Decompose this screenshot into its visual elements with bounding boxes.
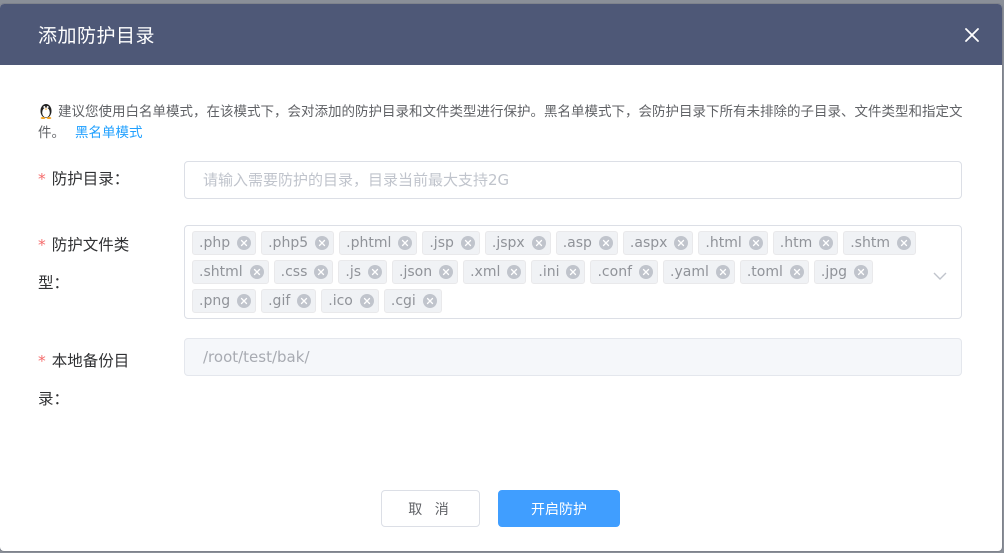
cancel-button[interactable]: 取 消 (381, 490, 480, 527)
close-icon[interactable] (748, 236, 763, 250)
close-icon[interactable] (315, 236, 330, 250)
notice-text: 建议您使用白名单模式，在该模式下，会对添加的防护目录和文件类型进行保护。黑名单模… (38, 104, 963, 141)
protect-dir-input[interactable] (184, 161, 962, 199)
enable-protect-button[interactable]: 开启防护 (498, 490, 620, 527)
close-icon[interactable] (854, 265, 869, 279)
close-icon[interactable] (819, 236, 834, 250)
file-type-tag-label: .gif (268, 293, 291, 309)
file-type-tag: .html (698, 231, 768, 255)
file-type-tag-label: .cgi (390, 293, 416, 309)
close-icon[interactable] (422, 294, 437, 308)
file-type-tag-label: .ico (328, 293, 353, 309)
close-icon[interactable] (359, 294, 374, 308)
file-type-tag-label: .css (280, 264, 308, 280)
backup-dir-input (184, 338, 962, 376)
file-type-tag-label: .ini (538, 264, 560, 280)
close-icon[interactable] (507, 265, 522, 279)
close-icon[interactable] (249, 265, 264, 279)
file-type-tag: .js (338, 260, 388, 284)
close-icon[interactable] (398, 236, 413, 250)
required-mark: * (38, 170, 46, 188)
file-type-tag: .jpg (813, 260, 874, 284)
file-type-tag: .ico (321, 289, 379, 313)
file-type-tag-label: .php5 (268, 235, 309, 251)
file-type-tag-label: .shtm (850, 235, 890, 251)
penguin-icon (38, 102, 54, 124)
file-type-tag: .shtml (192, 260, 269, 284)
chevron-down-icon[interactable] (933, 266, 947, 285)
file-type-tag: .htm (772, 231, 839, 255)
close-icon (965, 27, 979, 42)
file-type-tag: .ini (531, 260, 586, 284)
file-type-tag-label: .toml (746, 264, 783, 280)
close-icon[interactable] (237, 236, 252, 250)
file-type-tag-label: .png (199, 293, 231, 309)
file-types-label: * 防护文件类型： (38, 236, 130, 292)
close-icon[interactable] (674, 236, 689, 250)
file-type-tag: .toml (739, 260, 809, 284)
required-mark: * (38, 236, 46, 254)
backup-dir-label: * 本地备份目录： (38, 352, 130, 408)
file-type-tag: .jsp (422, 231, 480, 255)
required-mark: * (38, 352, 46, 370)
close-icon[interactable] (368, 265, 383, 279)
close-icon[interactable] (439, 265, 454, 279)
file-type-tag: .phtml (339, 231, 418, 255)
file-type-tag: .shtm (843, 231, 916, 255)
file-type-tag: .conf (590, 260, 658, 284)
close-icon[interactable] (314, 265, 329, 279)
file-types-select[interactable]: .php .php5 .phtml .jsp .jspx .asp .aspx .html .h… (184, 225, 962, 319)
file-type-tag-label: .shtml (199, 264, 243, 280)
close-button[interactable] (942, 4, 1002, 65)
file-type-tag-label: .htm (779, 235, 813, 251)
file-type-tag: .php5 (261, 231, 335, 255)
close-icon[interactable] (639, 265, 653, 279)
file-type-tag: .asp (555, 231, 618, 255)
close-icon[interactable] (598, 236, 613, 250)
close-icon[interactable] (237, 294, 252, 308)
mode-notice: 建议您使用白名单模式，在该模式下，会对添加的防护目录和文件类型进行保护。黑名单模… (38, 102, 963, 142)
close-icon[interactable] (566, 265, 581, 279)
file-type-tag: .cgi (383, 289, 442, 313)
file-type-tag: .css (273, 260, 334, 284)
file-type-tag-label: .phtml (346, 235, 392, 251)
close-icon[interactable] (896, 236, 911, 250)
close-icon[interactable] (531, 236, 546, 250)
close-icon[interactable] (297, 294, 312, 308)
dialog-header: 添加防护目录 (0, 4, 1002, 65)
file-type-tag-label: .jspx (491, 235, 525, 251)
file-type-tag-label: .xml (470, 264, 501, 280)
file-type-tag: .jspx (484, 231, 551, 255)
file-type-tag-label: .conf (597, 264, 632, 280)
dir-label: * 防护目录： (38, 170, 130, 188)
file-type-tag: .gif (261, 289, 317, 313)
file-type-tag-label: .js (345, 264, 362, 280)
file-type-tag-label: .jsp (429, 235, 454, 251)
dialog-title: 添加防护目录 (38, 25, 156, 47)
file-type-tag: .php (192, 231, 257, 255)
file-type-tag-label: .yaml (670, 264, 709, 280)
file-type-tag-label: .jpg (820, 264, 848, 280)
file-type-tag-label: .php (199, 235, 231, 251)
close-icon[interactable] (789, 265, 804, 279)
close-icon[interactable] (460, 236, 475, 250)
file-type-tag: .png (192, 289, 257, 313)
add-protect-dir-dialog: 添加防护目录 建议您使用白名单模式，在该模式下，会对添加的防护目录和文件类型进行… (0, 4, 1002, 551)
file-type-tag-label: .html (705, 235, 742, 251)
file-type-tag: .xml (463, 260, 527, 284)
close-icon[interactable] (715, 265, 730, 279)
file-type-tag: .json (392, 260, 459, 284)
file-type-tag: .yaml (663, 260, 735, 284)
file-type-tag-label: .asp (562, 235, 592, 251)
file-type-tag: .aspx (622, 231, 694, 255)
blacklist-mode-link[interactable]: 黑名单模式 (75, 125, 143, 141)
file-type-tag-label: .aspx (629, 235, 668, 251)
file-type-tag-label: .json (399, 264, 433, 280)
